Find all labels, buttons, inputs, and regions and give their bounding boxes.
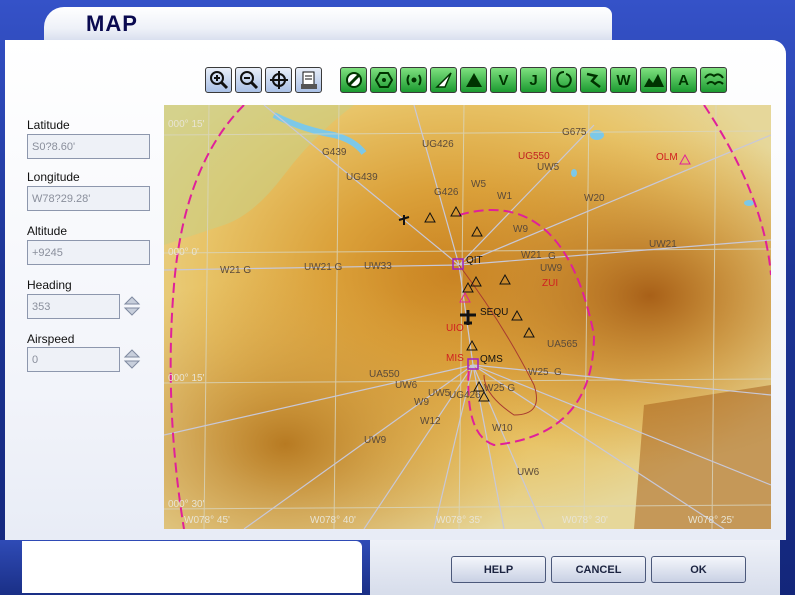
status-box: [22, 541, 362, 593]
zoom-in-icon: [209, 71, 228, 90]
airway-label: UW21 G: [304, 262, 343, 273]
airport-icon: [345, 72, 362, 88]
altitude-labels-toggle[interactable]: A: [670, 67, 697, 93]
weather-toggle[interactable]: [700, 67, 727, 93]
jet-airways-toggle[interactable]: J: [520, 67, 547, 93]
altitude-field[interactable]: [27, 240, 150, 265]
terrain-toggle[interactable]: [640, 67, 667, 93]
airspeed-spinner-icon[interactable]: [123, 348, 141, 370]
airway-label: UW6: [395, 380, 418, 391]
heading-spinner-icon[interactable]: [123, 295, 141, 317]
airway-label: UA550: [369, 369, 400, 380]
grid-label: 000° 0': [168, 247, 199, 258]
grid-label: W078° 45': [184, 515, 230, 526]
vor-toggle[interactable]: [370, 67, 397, 93]
airway-label: W1: [497, 191, 512, 202]
map-labels: 000° 15' 000° 0' 000° 15' 000° 30' W078°…: [164, 105, 771, 529]
longitude-field[interactable]: [27, 186, 150, 211]
airway-label: W20: [584, 193, 605, 204]
cancel-button[interactable]: CANCEL: [551, 556, 646, 583]
airway-label: W5: [471, 179, 486, 190]
airports-toggle[interactable]: [340, 67, 367, 93]
airway-label: G426: [434, 187, 459, 198]
map-view[interactable]: 000° 15' 000° 0' 000° 15' 000° 30' W078°…: [164, 105, 771, 529]
navaid-label: OLM: [656, 152, 678, 163]
airway-label: W25: [528, 367, 549, 378]
zoom-in-button[interactable]: [205, 67, 232, 93]
airway-label: W25 G: [484, 383, 516, 394]
airway-label: UG426: [449, 390, 481, 401]
navaid-label: MIS: [446, 353, 464, 364]
airway-label: W10: [492, 423, 513, 434]
airway-label: UW5: [537, 162, 560, 173]
zoom-out-icon: [239, 71, 258, 90]
airway-label: UW21: [649, 239, 677, 250]
ils-toggle[interactable]: [430, 67, 457, 93]
intersection-icon: [465, 73, 482, 87]
airspace-toggle[interactable]: [550, 67, 577, 93]
airspace-icon: [555, 71, 572, 88]
airspeed-label: Airspeed: [27, 332, 75, 346]
ils-icon: [434, 72, 452, 88]
center-aircraft-button[interactable]: [265, 67, 292, 93]
flight-path-toggle[interactable]: [580, 67, 607, 93]
print-button[interactable]: [295, 67, 322, 93]
airway-label: UW33: [364, 261, 392, 272]
heading-field[interactable]: [27, 294, 120, 319]
airway-label: W21: [521, 250, 542, 261]
grid-label: W078° 40': [310, 515, 356, 526]
airway-label: UG426: [422, 139, 454, 150]
airway-label: G439: [322, 147, 347, 158]
airway-label: UW6: [517, 467, 540, 478]
airway-label: UW9: [364, 435, 387, 446]
grid-label: W078° 35': [436, 515, 482, 526]
latitude-field[interactable]: [27, 134, 150, 159]
ndb-icon: [406, 74, 421, 86]
help-button[interactable]: HELP: [451, 556, 546, 583]
navaid-label: UIO: [446, 323, 464, 334]
flight-path-icon: [586, 72, 601, 88]
airway-label: G: [548, 251, 556, 262]
grid-label: 000° 30': [168, 499, 205, 510]
airway-label: UA565: [547, 339, 578, 350]
airway-label: UW5: [428, 388, 451, 399]
navaid-label: QMS: [480, 354, 503, 365]
crosshair-icon: [269, 71, 288, 89]
victor-airways-toggle[interactable]: V: [490, 67, 517, 93]
airway-label: W9: [414, 397, 429, 408]
grid-label: W078° 30': [562, 515, 608, 526]
grid-label: 000° 15': [168, 373, 205, 384]
airway-label: UG550: [518, 151, 550, 162]
navaid-label: SEQU: [480, 307, 509, 318]
longitude-label: Longitude: [27, 170, 80, 184]
weather-icon: [703, 73, 724, 86]
window-title: MAP: [86, 11, 138, 36]
altitude-label: Altitude: [27, 224, 68, 238]
intersections-toggle[interactable]: [460, 67, 487, 93]
airway-label: UG439: [346, 172, 378, 183]
latitude-label: Latitude: [27, 118, 70, 132]
heading-label: Heading: [27, 278, 72, 292]
airway-label: W12: [420, 416, 441, 427]
grid-label: 000° 15': [168, 119, 205, 130]
navaid-label: ZUI: [542, 278, 559, 289]
airway-label: UW9: [540, 263, 563, 274]
airspeed-field[interactable]: [27, 347, 120, 372]
ndb-toggle[interactable]: [400, 67, 427, 93]
airway-label: G: [554, 367, 562, 378]
grid-label: W078° 25': [688, 515, 734, 526]
navaid-label: QIT: [466, 255, 483, 266]
wind-toggle[interactable]: W: [610, 67, 637, 93]
airway-label: G675: [562, 127, 587, 138]
zoom-out-button[interactable]: [235, 67, 262, 93]
airway-label: W21 G: [220, 265, 252, 276]
airway-label: W9: [513, 224, 528, 235]
terrain-icon: [643, 74, 664, 87]
document-icon: [300, 71, 317, 89]
vor-icon: [374, 72, 393, 88]
ok-button[interactable]: OK: [651, 556, 746, 583]
